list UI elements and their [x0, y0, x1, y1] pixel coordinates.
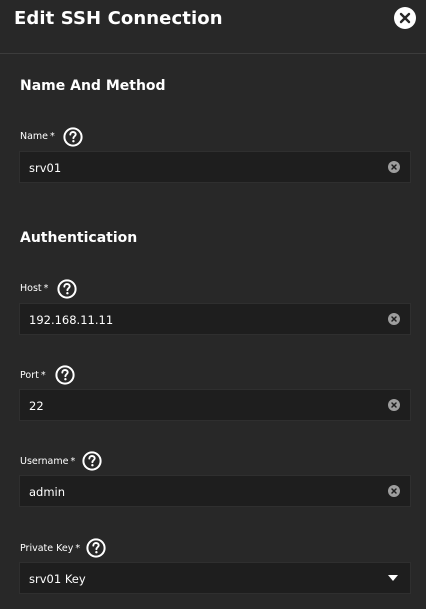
dialog-title: Edit SSH Connection	[14, 8, 223, 29]
private-key-select-value: srv01 Key	[29, 572, 86, 586]
name-input[interactable]: srv01	[19, 151, 411, 183]
help-icon[interactable]	[86, 538, 106, 558]
help-icon[interactable]	[82, 451, 102, 471]
required-marker: *	[40, 370, 46, 381]
caret-down-icon[interactable]	[388, 575, 398, 581]
clear-icon[interactable]	[388, 313, 400, 325]
dialog-header: Edit SSH Connection	[0, 0, 426, 54]
port-input[interactable]: 22	[19, 389, 411, 421]
name-label-text: Name	[20, 131, 49, 142]
host-input[interactable]: 192.168.11.11	[19, 303, 411, 335]
username-label-text: Username	[20, 456, 69, 467]
name-label: Name *	[20, 131, 55, 142]
close-icon[interactable]	[394, 7, 416, 29]
help-icon[interactable]	[63, 127, 83, 147]
name-input-value: srv01	[29, 161, 62, 175]
host-label-text: Host	[20, 283, 42, 294]
port-label-text: Port	[20, 370, 39, 381]
required-marker: *	[43, 283, 49, 294]
required-marker: *	[75, 543, 81, 554]
host-label: Host *	[20, 283, 48, 294]
help-icon[interactable]	[57, 279, 77, 299]
required-marker: *	[70, 456, 76, 467]
clear-icon[interactable]	[388, 485, 400, 497]
host-input-value: 192.168.11.11	[29, 313, 114, 327]
clear-icon[interactable]	[388, 399, 400, 411]
port-label: Port *	[20, 370, 46, 381]
required-marker: *	[50, 131, 55, 142]
private-key-label-text: Private Key	[20, 543, 74, 554]
port-input-value: 22	[29, 399, 44, 413]
help-icon[interactable]	[55, 365, 75, 385]
private-key-label: Private Key *	[20, 543, 80, 554]
username-input[interactable]: admin	[19, 475, 411, 507]
username-input-value: admin	[29, 485, 66, 499]
clear-icon[interactable]	[388, 161, 400, 173]
section-title-name-and-method: Name And Method	[20, 78, 166, 94]
username-label: Username *	[20, 456, 75, 467]
private-key-select[interactable]: srv01 Key	[19, 562, 411, 594]
section-title-authentication: Authentication	[20, 230, 138, 246]
